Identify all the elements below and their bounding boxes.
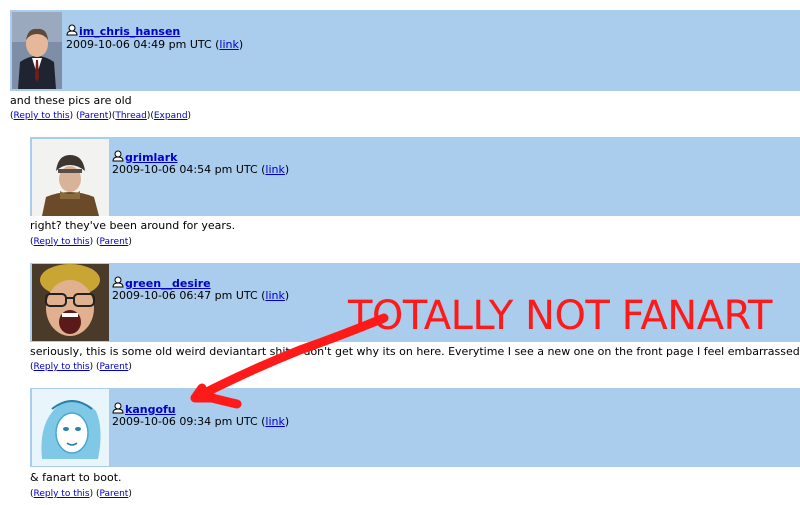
username-line: kangofu <box>112 402 176 416</box>
reply-link[interactable]: Reply to this <box>14 111 70 121</box>
reply-link[interactable]: Reply to this <box>34 489 90 499</box>
comment-header <box>30 137 800 216</box>
date-text: 2009-10-06 04:49 pm UTC <box>66 38 212 51</box>
comment-date: 2009-10-06 04:49 pm UTC (link) <box>66 38 244 51</box>
expand-link[interactable]: Expand <box>154 111 188 121</box>
date-text: 2009-10-06 06:47 pm UTC <box>112 289 258 302</box>
date-text: 2009-10-06 09:34 pm UTC <box>112 415 258 428</box>
user-icon[interactable] <box>112 150 124 162</box>
comment-date: 2009-10-06 06:47 pm UTC (link) <box>112 289 290 302</box>
username-link[interactable]: im_chris_hansen <box>79 25 180 38</box>
comment-actions: (Reply to this) (Parent) <box>30 362 132 372</box>
reply-link[interactable]: Reply to this <box>34 237 90 247</box>
username-line: grimlark <box>112 150 177 164</box>
reply-link[interactable]: Reply to this <box>34 362 90 372</box>
username-line: green__desire <box>112 276 211 290</box>
user-icon[interactable] <box>112 402 124 414</box>
comment-date: 2009-10-06 04:54 pm UTC (link) <box>112 163 290 176</box>
date-text: 2009-10-06 04:54 pm UTC <box>112 163 258 176</box>
parent-link[interactable]: Parent <box>100 362 129 372</box>
comment-date: 2009-10-06 09:34 pm UTC (link) <box>112 415 290 428</box>
comment-body: right? they've been around for years. <box>30 219 236 232</box>
parent-link[interactable]: Parent <box>80 111 109 121</box>
user-icon[interactable] <box>112 276 124 288</box>
permalink[interactable]: link <box>265 415 284 428</box>
comment-body: & fanart to boot. <box>30 471 122 484</box>
avatar <box>32 139 109 216</box>
annotation-text: TOTALLY NOT FANART <box>348 293 772 339</box>
avatar <box>32 389 109 466</box>
comment-body: seriously, this is some old weird devian… <box>30 345 800 358</box>
avatar <box>12 12 62 89</box>
comment-body: and these pics are old <box>10 94 132 107</box>
comment-actions: (Reply to this) (Parent) <box>30 489 132 499</box>
username-line: im_chris_hansen <box>66 24 180 38</box>
avatar <box>32 264 109 341</box>
thread-link[interactable]: Thread <box>115 111 146 121</box>
permalink[interactable]: link <box>219 38 238 51</box>
comment-actions: (Reply to this) (Parent)(Thread)(Expand) <box>10 111 192 121</box>
permalink[interactable]: link <box>265 289 284 302</box>
permalink[interactable]: link <box>265 163 284 176</box>
user-icon[interactable] <box>66 24 78 36</box>
comment-actions: (Reply to this) (Parent) <box>30 237 132 247</box>
parent-link[interactable]: Parent <box>100 237 129 247</box>
parent-link[interactable]: Parent <box>100 489 129 499</box>
